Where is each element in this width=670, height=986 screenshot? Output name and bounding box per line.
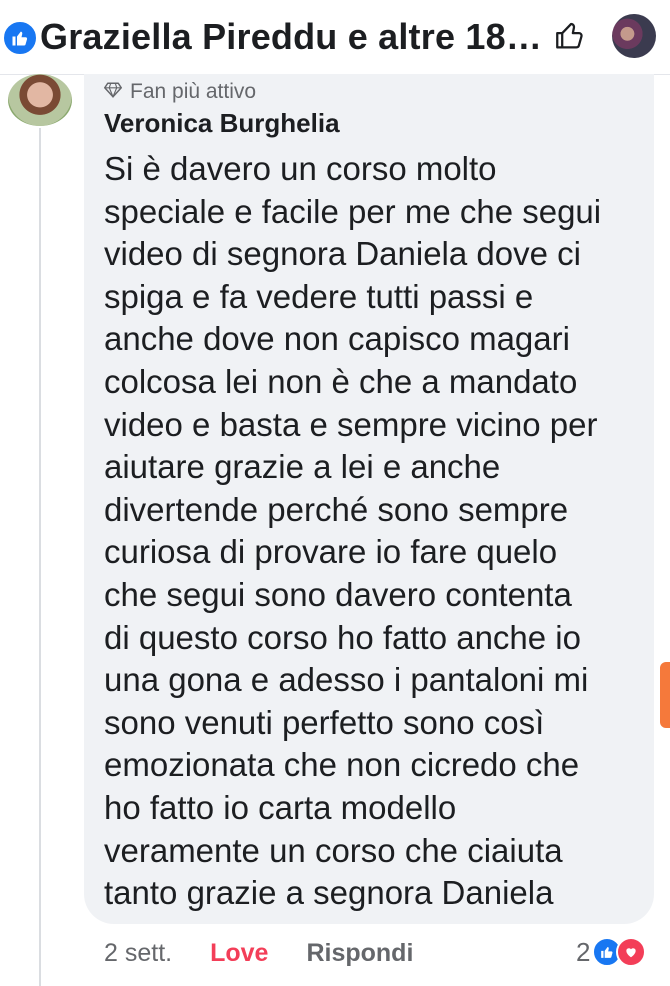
- top-fan-badge[interactable]: Fan più attivo: [104, 78, 256, 106]
- love-reaction-icon: [616, 937, 647, 967]
- like-badge-icon: [2, 20, 38, 56]
- love-reaction-button[interactable]: Love: [210, 939, 268, 968]
- comment-actions: 2 sett. Love Rispondi: [104, 932, 413, 974]
- reaction-summary[interactable]: 2: [576, 934, 647, 970]
- top-bar: Graziella Pireddu e altre 180 p...: [0, 0, 670, 75]
- reply-button[interactable]: Rispondi: [306, 939, 413, 968]
- thread-line: [39, 128, 41, 986]
- comment-timestamp[interactable]: 2 sett.: [104, 939, 172, 968]
- reactors-title[interactable]: Graziella Pireddu e altre 180 p...: [40, 16, 550, 58]
- comment-text: Si è davero un corso molto speciale e fa…: [104, 150, 602, 912]
- commenter-avatar[interactable]: [8, 74, 72, 126]
- diamond-icon: [104, 80, 122, 104]
- comment-bubble: Fan più attivo Veronica Burghelia Si è d…: [84, 74, 654, 924]
- page-avatar[interactable]: [612, 14, 656, 58]
- comment-author[interactable]: Veronica Burghelia: [104, 108, 340, 139]
- badge-label: Fan più attivo: [130, 80, 257, 103]
- thumbs-up-outline-icon[interactable]: [548, 14, 592, 58]
- reaction-count: 2: [576, 936, 591, 967]
- side-edge-tab[interactable]: [660, 662, 670, 728]
